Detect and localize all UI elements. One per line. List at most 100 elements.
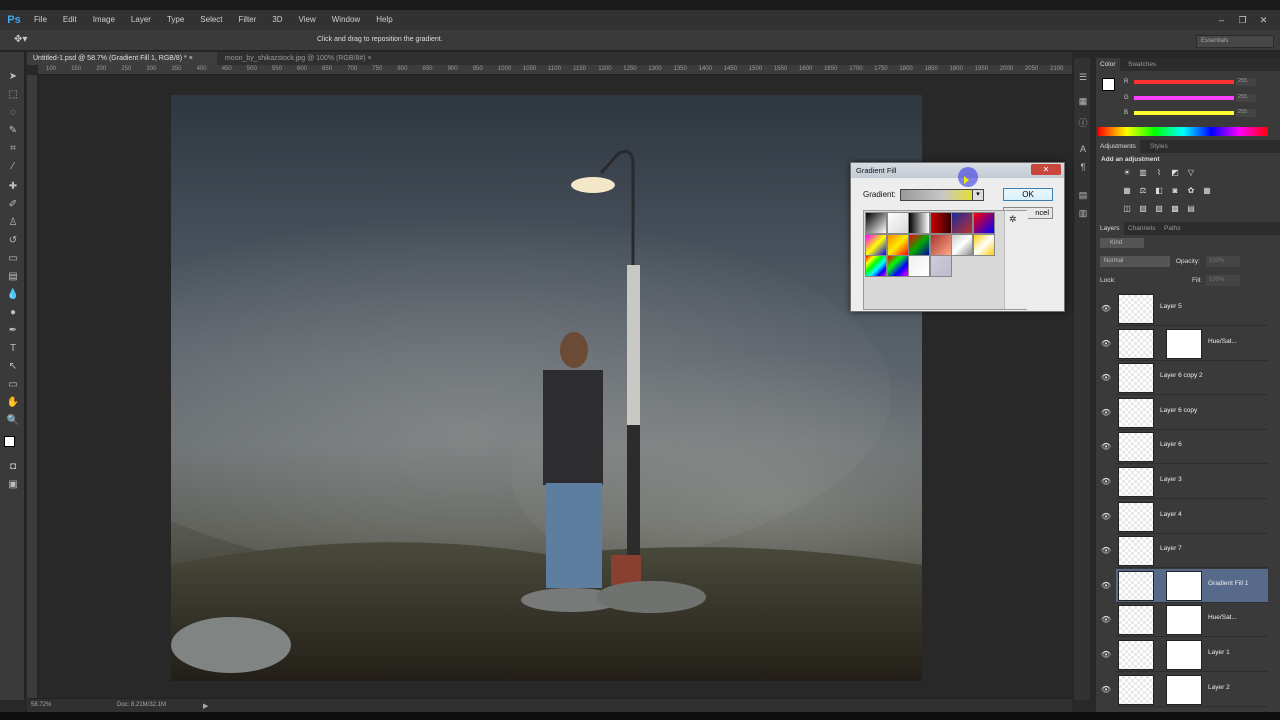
healing-tool-icon[interactable]: ✚ <box>5 180 21 194</box>
path-select-icon[interactable]: ↖ <box>5 360 21 374</box>
zoom-level[interactable]: 58.72% <box>31 702 51 708</box>
gradient-preset-swatch[interactable] <box>929 212 952 234</box>
layer-row[interactable]: Layer 1 <box>1116 638 1268 672</box>
exposure-icon[interactable]: ◩ <box>1170 168 1180 178</box>
layer-visibility-eye-icon[interactable]: 👁 <box>1100 304 1112 314</box>
invert-icon[interactable]: ◫ <box>1122 204 1132 214</box>
menu-layer[interactable]: Layer <box>123 10 159 30</box>
foreground-color-swatch[interactable] <box>4 436 15 447</box>
tab-styles[interactable]: Styles <box>1146 140 1172 153</box>
slider-b[interactable] <box>1134 111 1234 115</box>
layer-row[interactable]: Hue/Sat... <box>1116 603 1268 638</box>
dialog-close-button[interactable]: ✕ <box>1031 164 1061 175</box>
workspace-select[interactable]: Essentials <box>1196 35 1274 48</box>
layer-name[interactable]: Hue/Sat... <box>1208 338 1237 345</box>
value-g[interactable]: 255 <box>1236 94 1256 102</box>
menu-image[interactable]: Image <box>85 10 123 30</box>
layer-row[interactable]: Hue/Sat... <box>1116 327 1268 361</box>
doc-size[interactable]: Doc: 8.21M/32.1M <box>117 702 166 708</box>
layer-mask-thumbnail[interactable] <box>1166 328 1202 359</box>
layer-visibility-eye-icon[interactable]: 👁 <box>1100 650 1112 660</box>
gradient-preset-swatch[interactable] <box>972 212 995 234</box>
lasso-tool-icon[interactable]: ◌ <box>5 106 21 120</box>
layer-name[interactable]: Layer 7 <box>1160 545 1182 552</box>
gradient-preset-swatch[interactable] <box>865 255 887 277</box>
gradient-map-icon[interactable]: ▩ <box>1170 204 1180 214</box>
gradient-tool-icon[interactable]: ▤ <box>5 270 21 284</box>
eyedropper-tool-icon[interactable]: ⁄ <box>5 160 21 174</box>
gradient-preset-swatch[interactable] <box>908 233 930 256</box>
gradient-preset-swatch[interactable] <box>908 212 930 234</box>
layer-row[interactable]: Layer 6 copy <box>1116 396 1268 430</box>
ok-button[interactable]: OK <box>1003 188 1053 201</box>
slider-g[interactable] <box>1134 96 1234 100</box>
picker-scroll-area[interactable] <box>1004 211 1028 309</box>
quick-mask-icon[interactable]: ◘ <box>5 460 21 474</box>
menu-select[interactable]: Select <box>192 10 230 30</box>
info-icon[interactable]: ⓘ <box>1077 116 1089 128</box>
gradient-preset-swatch[interactable] <box>908 255 930 277</box>
opacity-input[interactable]: 100% <box>1206 256 1240 267</box>
layer-mask-thumbnail[interactable] <box>1166 570 1202 601</box>
slider-r[interactable] <box>1134 80 1234 84</box>
channel-mixer-icon[interactable]: ✿ <box>1186 186 1196 196</box>
gradient-preset-swatch[interactable] <box>929 255 952 277</box>
move-tool-icon[interactable]: ✥▾ <box>14 34 27 45</box>
layer-name[interactable]: Layer 5 <box>1160 303 1182 310</box>
layer-mask-thumbnail[interactable] <box>1166 605 1202 636</box>
gradient-preset-swatch[interactable] <box>865 212 887 234</box>
vibrance-icon[interactable]: ▽ <box>1186 168 1196 178</box>
layer-row[interactable]: Layer 4 <box>1116 500 1268 534</box>
layer-visibility-eye-icon[interactable]: 👁 <box>1100 512 1112 522</box>
blend-mode-select[interactable]: Normal <box>1100 256 1170 267</box>
layer-row[interactable]: Layer 3 <box>1116 465 1268 499</box>
history-brush-icon[interactable]: ↺ <box>5 234 21 248</box>
layer-visibility-eye-icon[interactable]: 👁 <box>1100 546 1112 556</box>
tab-layers[interactable]: Layers <box>1096 222 1124 235</box>
tab-adjustments[interactable]: Adjustments <box>1096 140 1140 153</box>
layer-name[interactable]: Gradient Fill 1 <box>1208 580 1248 587</box>
menu-filter[interactable]: Filter <box>231 10 265 30</box>
layer-visibility-eye-icon[interactable]: 👁 <box>1100 408 1112 418</box>
fill-input[interactable]: 100% <box>1206 275 1240 286</box>
crop-tool-icon[interactable]: ⌗ <box>5 142 21 156</box>
value-r[interactable]: 255 <box>1236 78 1256 86</box>
quick-select-tool-icon[interactable]: ✎ <box>5 124 21 138</box>
layer-row[interactable]: Layer 7 <box>1116 534 1268 569</box>
screen-mode-icon[interactable]: ▣ <box>5 478 21 492</box>
layer-name[interactable]: Layer 6 copy <box>1160 407 1197 414</box>
black-white-icon[interactable]: ◧ <box>1154 186 1164 196</box>
gradient-preset-swatch[interactable] <box>929 233 952 256</box>
photo-filter-icon[interactable]: ◙ <box>1170 186 1180 196</box>
menu-3d[interactable]: 3D <box>264 10 290 30</box>
gradient-preset-swatch[interactable] <box>951 212 973 234</box>
curves-icon[interactable]: ⌇ <box>1154 168 1164 178</box>
gradient-preset-swatch[interactable] <box>865 233 887 256</box>
tab-swatches[interactable]: Swatches <box>1124 58 1160 71</box>
layer-name[interactable]: Layer 4 <box>1160 511 1182 518</box>
clone-source-icon[interactable]: ▥ <box>1077 208 1089 220</box>
layer-filter-select[interactable]: Kind <box>1100 238 1144 248</box>
layer-visibility-eye-icon[interactable]: 👁 <box>1100 442 1112 452</box>
color-lookup-icon[interactable]: ▦ <box>1202 186 1212 196</box>
layer-name[interactable]: Layer 3 <box>1160 476 1182 483</box>
menu-edit[interactable]: Edit <box>55 10 85 30</box>
layer-name[interactable]: Layer 6 copy 2 <box>1160 372 1203 379</box>
brush-tool-icon[interactable]: ✐ <box>5 198 21 212</box>
layer-row[interactable]: Layer 6 <box>1116 430 1268 465</box>
posterize-icon[interactable]: ▨ <box>1138 204 1148 214</box>
hand-tool-icon[interactable]: ✋ <box>5 396 21 410</box>
layer-visibility-eye-icon[interactable]: 👁 <box>1100 477 1112 487</box>
color-foreground-swatch[interactable] <box>1102 78 1115 91</box>
blur-tool-icon[interactable]: 💧 <box>5 288 21 302</box>
status-arrow-icon[interactable]: ▶ <box>203 702 208 710</box>
layer-mask-thumbnail[interactable] <box>1166 674 1202 705</box>
gradient-preset-swatch[interactable] <box>972 233 995 256</box>
canvas-artwork[interactable] <box>171 95 922 681</box>
eraser-tool-icon[interactable]: ▭ <box>5 252 21 266</box>
layer-row[interactable]: Gradient Fill 1 <box>1116 568 1268 603</box>
character-icon[interactable]: A <box>1077 144 1089 156</box>
layer-name[interactable]: Layer 6 <box>1160 441 1182 448</box>
tab-close-icon[interactable]: × <box>189 55 193 62</box>
history-icon[interactable]: ☰ <box>1077 72 1089 84</box>
